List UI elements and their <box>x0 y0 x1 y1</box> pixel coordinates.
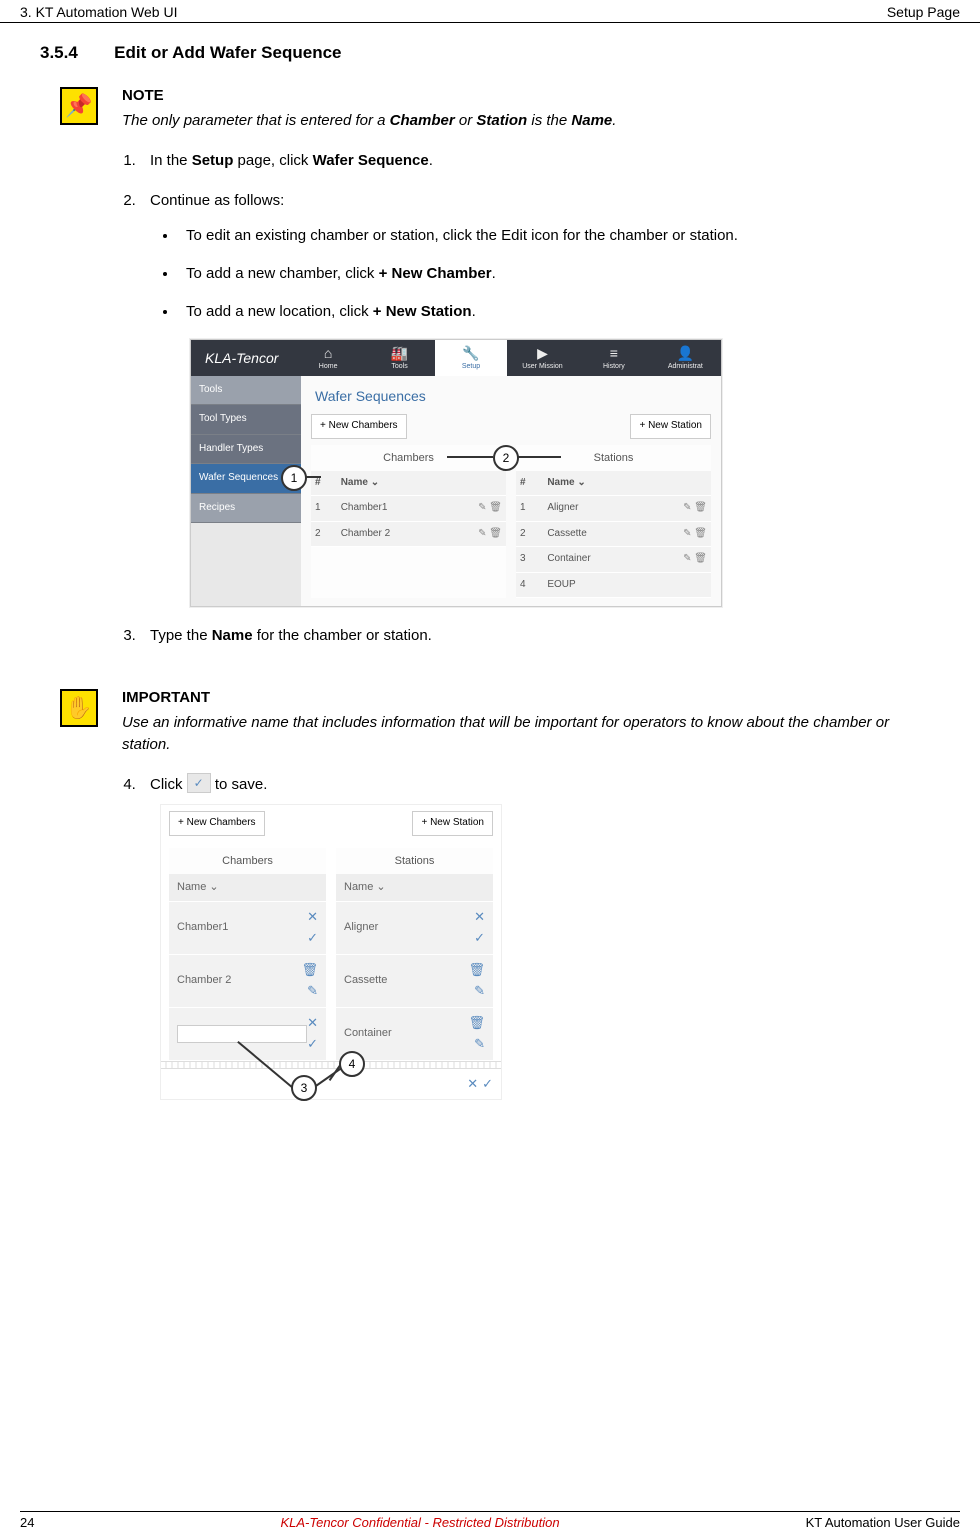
table-row: 2Chamber 2✎ 🗑 <box>311 521 506 547</box>
col-stations-title: Stations <box>516 445 711 471</box>
nav-history[interactable]: ≡History <box>578 340 649 376</box>
delete-icon[interactable]: 🗑 <box>694 528 707 539</box>
edit-icon[interactable]: ✎ <box>683 553 691 564</box>
page-header: 3. KT Automation Web UI Setup Page <box>0 0 980 23</box>
delete-icon[interactable]: 🗑 <box>489 528 502 539</box>
sidebar-item-tool-types[interactable]: Tool Types <box>191 405 301 435</box>
table-row: 1Chamber1✎ 🗑 <box>311 496 506 522</box>
screenshot-edit-save: + New Chambers + New Station Chambers Na… <box>160 804 502 1100</box>
note-heading: NOTE <box>122 87 940 104</box>
edit-icon[interactable]: ✎ <box>683 528 691 539</box>
delete-icon[interactable]: 🗑 <box>301 961 318 980</box>
page-footer: 24 KLA-Tencor Confidential - Restricted … <box>20 1511 960 1530</box>
table-row: ✕✓ <box>169 1008 326 1061</box>
edit-icon[interactable]: ✎ <box>474 982 485 1001</box>
sub-edit: To edit an existing chamber or station, … <box>178 225 940 247</box>
panel-title: Wafer Sequences <box>315 386 711 406</box>
delete-icon[interactable]: 🗑 <box>489 502 502 513</box>
section-heading: 3.5.4 Edit or Add Wafer Sequence <box>40 43 940 63</box>
step-1: In the Setup page, click Wafer Sequence. <box>140 150 940 172</box>
nav-administration[interactable]: 👤Administrat <box>650 340 721 376</box>
confirm-icon[interactable]: ✓ <box>474 929 485 948</box>
edit-icon[interactable]: ✎ <box>478 528 486 539</box>
confirm-icon[interactable]: ✓ <box>307 1035 318 1054</box>
sidebar-item-handler-types[interactable]: Handler Types <box>191 435 301 465</box>
step-2: Continue as follows: To edit an existing… <box>140 190 940 608</box>
screenshot-wafer-sequences: KLA-Tencor ⌂Home 🏭Tools 🔧Setup ▶User Mis… <box>190 339 722 608</box>
nav-user-mission[interactable]: ▶User Mission <box>507 340 578 376</box>
section-number: 3.5.4 <box>40 43 110 63</box>
page-number: 24 <box>20 1515 34 1530</box>
sub-new-chamber: To add a new chamber, click + New Chambe… <box>178 263 940 285</box>
step-4: Click ✓ to save. + New Chambers + New St… <box>140 773 940 1100</box>
user-icon: 👤 <box>650 344 721 362</box>
cancel-icon[interactable]: ✕ <box>474 908 485 927</box>
note-text: The only parameter that is entered for a… <box>122 110 940 132</box>
table-row: Chamber1✕✓ <box>169 902 326 955</box>
cancel-icon[interactable]: ✕ <box>467 1075 478 1094</box>
edit-icon[interactable]: ✎ <box>474 1035 485 1054</box>
play-icon: ▶ <box>507 344 578 362</box>
step-3: Type the Name for the chamber or station… <box>140 625 940 647</box>
confidential-notice: KLA-Tencor Confidential - Restricted Dis… <box>280 1515 559 1530</box>
col-chambers-title: Chambers <box>311 445 506 471</box>
app-logo: KLA-Tencor <box>191 340 292 376</box>
confirm-icon[interactable]: ✓ <box>482 1075 493 1094</box>
pin-icon: 📌 <box>60 87 98 125</box>
callout-2: 2 <box>493 445 519 471</box>
cancel-icon[interactable]: ✕ <box>307 908 318 927</box>
delete-icon[interactable]: 🗑 <box>694 553 707 564</box>
callout-1: 1 <box>281 465 307 491</box>
table-row: Aligner✕✓ <box>336 902 493 955</box>
new-station-button[interactable]: + New Station <box>412 811 493 836</box>
important-heading: IMPORTANT <box>122 689 940 706</box>
wrench-icon: 🔧 <box>435 344 506 362</box>
doc-title: KT Automation User Guide <box>806 1515 960 1530</box>
nav-setup[interactable]: 🔧Setup <box>435 340 506 376</box>
table-row: Chamber 2🗑✎ <box>169 955 326 1008</box>
nav-tools[interactable]: 🏭Tools <box>364 340 435 376</box>
table-row: Cassette🗑✎ <box>336 955 493 1008</box>
delete-icon[interactable]: 🗑 <box>468 1014 485 1033</box>
checkmark-icon: ✓ <box>187 773 211 793</box>
table-row: 3Container✎ 🗑 <box>516 547 711 573</box>
list-icon: ≡ <box>578 344 649 362</box>
sidebar-item-tools[interactable]: Tools <box>191 376 301 406</box>
new-chambers-button[interactable]: + New Chambers <box>311 414 407 439</box>
delete-icon[interactable]: 🗑 <box>468 961 485 980</box>
edit-icon[interactable]: ✎ <box>307 982 318 1001</box>
delete-icon[interactable]: 🗑 <box>694 502 707 513</box>
sub-new-station: To add a new location, click + New Stati… <box>178 301 940 323</box>
home-icon: ⌂ <box>292 344 363 362</box>
edit-icon[interactable]: ✎ <box>478 502 486 513</box>
sidebar-item-recipes[interactable]: Recipes <box>191 494 301 524</box>
table-row: 4EOUP <box>516 572 711 598</box>
col-chambers-title: Chambers <box>169 848 326 874</box>
new-chambers-button[interactable]: + New Chambers <box>169 811 265 836</box>
confirm-icon[interactable]: ✓ <box>307 929 318 948</box>
header-section: Setup Page <box>887 4 960 20</box>
table-row: 1Aligner✎ 🗑 <box>516 496 711 522</box>
section-title: Edit or Add Wafer Sequence <box>114 43 341 62</box>
nav-home[interactable]: ⌂Home <box>292 340 363 376</box>
col-stations-title: Stations <box>336 848 493 874</box>
edit-icon[interactable]: ✎ <box>683 502 691 513</box>
new-station-button[interactable]: + New Station <box>630 414 711 439</box>
header-chapter: 3. KT Automation Web UI <box>20 4 177 20</box>
tools-icon: 🏭 <box>364 344 435 362</box>
hand-icon: ✋ <box>60 689 98 727</box>
important-text: Use an informative name that includes in… <box>122 712 940 756</box>
cancel-icon[interactable]: ✕ <box>307 1014 318 1033</box>
table-row: 2Cassette✎ 🗑 <box>516 521 711 547</box>
